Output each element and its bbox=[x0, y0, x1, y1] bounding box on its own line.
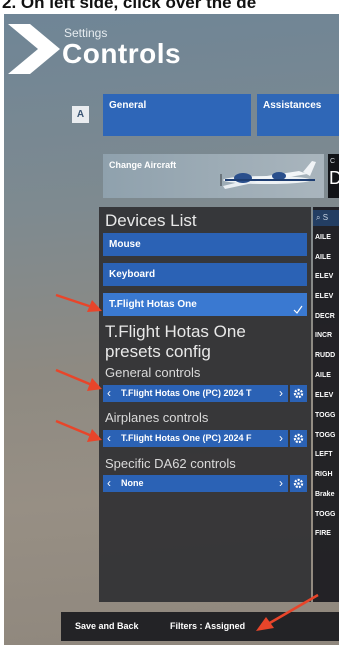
change-aircraft-label: Change Aircraft bbox=[109, 160, 177, 170]
airplanes-controls-settings-button[interactable] bbox=[290, 430, 307, 447]
key-hint-a[interactable]: A bbox=[72, 106, 89, 123]
airplanes-controls-value: T.Flight Hotas One (PC) 2024 F bbox=[121, 433, 252, 443]
binding-item[interactable]: RIGH bbox=[315, 471, 333, 478]
chevron-left-icon[interactable]: ‹ bbox=[107, 431, 111, 445]
binding-item[interactable]: LEFT bbox=[315, 451, 333, 458]
save-and-back-button[interactable]: Save and Back bbox=[75, 621, 139, 631]
specific-controls-value: None bbox=[121, 478, 144, 488]
change-aircraft-button[interactable]: Change Aircraft bbox=[103, 154, 324, 198]
binding-item[interactable]: INCR bbox=[315, 332, 332, 339]
devices-panel: Devices List Mouse Keyboard T.Flight Hot… bbox=[99, 207, 311, 602]
device-item-keyboard[interactable]: Keyboard bbox=[103, 263, 307, 286]
search-icon: ⌕ bbox=[316, 213, 321, 222]
annotation-arrow-icon bbox=[55, 419, 102, 442]
binding-item[interactable]: DECR bbox=[315, 313, 335, 320]
device-item-tflight-hotas-one[interactable]: T.Flight Hotas One bbox=[103, 293, 307, 316]
specific-controls-row: ‹ None › bbox=[103, 475, 307, 492]
airplane-icon bbox=[220, 161, 316, 189]
general-controls-label: General controls bbox=[105, 365, 201, 380]
bindings-search-text: S bbox=[322, 213, 329, 222]
presets-title-line2: presets config bbox=[105, 342, 211, 361]
binding-item[interactable]: FIRE bbox=[315, 530, 331, 537]
gear-icon bbox=[293, 388, 304, 399]
chevron-right-icon[interactable]: › bbox=[279, 431, 283, 445]
presets-config-title: T.Flight Hotas One presets config bbox=[105, 322, 246, 362]
binding-item[interactable]: RUDD bbox=[315, 352, 335, 359]
filters-button[interactable]: Filters : Assigned bbox=[170, 621, 245, 631]
gear-icon bbox=[293, 478, 304, 489]
binding-item[interactable]: ELEV bbox=[315, 392, 333, 399]
binding-item[interactable]: TOGG bbox=[315, 432, 335, 439]
binding-item[interactable]: AILE bbox=[315, 254, 331, 261]
presets-title-line1: T.Flight Hotas One bbox=[105, 322, 246, 341]
annotation-arrow-icon bbox=[55, 293, 102, 312]
specific-controls-select[interactable]: ‹ None › bbox=[103, 475, 288, 492]
binding-item[interactable]: Brake bbox=[315, 491, 334, 498]
airplanes-controls-select[interactable]: ‹ T.Flight Hotas One (PC) 2024 F › bbox=[103, 430, 288, 447]
gear-icon bbox=[293, 433, 304, 444]
device-item-mouse[interactable]: Mouse bbox=[103, 233, 307, 256]
specific-controls-settings-button[interactable] bbox=[290, 475, 307, 492]
bindings-panel: ⌕ S AILE AILE ELEV ELEV DECR INCR RUDD A… bbox=[313, 207, 339, 602]
binding-item[interactable]: AILE bbox=[315, 372, 331, 379]
aircraft-side-d: D bbox=[329, 168, 339, 188]
binding-item[interactable]: TOGG bbox=[315, 511, 335, 518]
caption-text: 2. On left side, click over the de bbox=[2, 0, 257, 12]
checkmark-icon bbox=[293, 305, 303, 314]
chevron-left-icon[interactable]: ‹ bbox=[107, 476, 111, 490]
device-item-label: T.Flight Hotas One bbox=[109, 299, 197, 310]
chevron-left-icon[interactable]: ‹ bbox=[107, 386, 111, 400]
chevron-right-icon[interactable]: › bbox=[279, 476, 283, 490]
annotation-arrow-icon bbox=[256, 593, 319, 631]
instruction-caption: 2. On left side, click over the de bbox=[0, 0, 339, 14]
controls-screen: Settings Controls A General Assistances … bbox=[4, 14, 339, 645]
page-title: Controls bbox=[62, 38, 182, 69]
back-chevron-icon[interactable] bbox=[6, 24, 62, 74]
binding-item[interactable]: ELEV bbox=[315, 273, 333, 280]
general-controls-row: ‹ T.Flight Hotas One (PC) 2024 T › bbox=[103, 385, 307, 402]
tab-general[interactable]: General bbox=[103, 94, 251, 136]
devices-list-title: Devices List bbox=[105, 211, 197, 230]
aircraft-side-c: C bbox=[330, 158, 336, 165]
annotation-arrow-icon bbox=[55, 368, 102, 391]
specific-controls-label: Specific DA62 controls bbox=[105, 456, 236, 471]
tab-assistances[interactable]: Assistances bbox=[257, 94, 339, 136]
device-item-label: Mouse bbox=[109, 239, 141, 250]
binding-item[interactable]: AILE bbox=[315, 234, 331, 241]
binding-item[interactable]: ELEV bbox=[315, 293, 333, 300]
bindings-search-input[interactable]: ⌕ S bbox=[313, 210, 339, 226]
binding-item[interactable]: TOGG bbox=[315, 412, 335, 419]
airplanes-controls-label: Airplanes controls bbox=[105, 410, 209, 425]
general-controls-value: T.Flight Hotas One (PC) 2024 T bbox=[121, 388, 252, 398]
general-controls-select[interactable]: ‹ T.Flight Hotas One (PC) 2024 T › bbox=[103, 385, 288, 402]
device-item-label: Keyboard bbox=[109, 269, 156, 280]
airplanes-controls-row: ‹ T.Flight Hotas One (PC) 2024 F › bbox=[103, 430, 307, 447]
aircraft-name-panel: C D bbox=[328, 154, 339, 198]
general-controls-settings-button[interactable] bbox=[290, 385, 307, 402]
chevron-right-icon[interactable]: › bbox=[279, 386, 283, 400]
